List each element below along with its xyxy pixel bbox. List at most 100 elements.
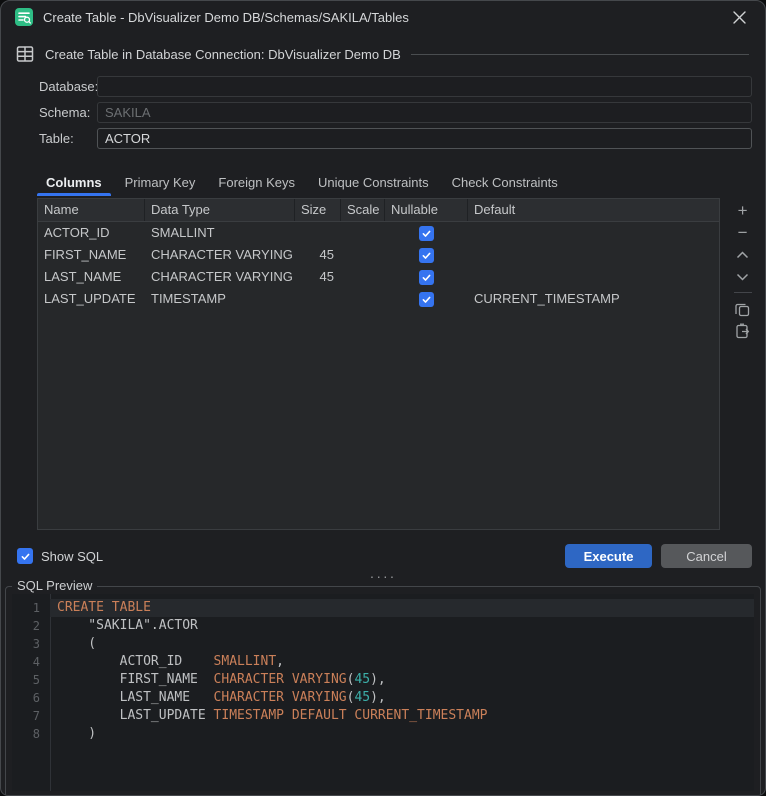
sql-code-text: FIRST_NAME CHARACTER VARYING(45), (50, 671, 754, 689)
cell-scale[interactable] (341, 288, 385, 310)
table-icon (15, 44, 35, 64)
column-header-name[interactable]: Name (38, 199, 145, 221)
create-table-dialog: Create Table - DbVisualizer Demo DB/Sche… (0, 0, 766, 796)
show-sql-checkbox[interactable] (17, 548, 33, 564)
copy-icon (735, 302, 750, 317)
cell-default[interactable] (468, 244, 719, 266)
footer-bar: Show SQL Execute Cancel (17, 544, 752, 568)
line-number: 1 (12, 599, 50, 617)
table-row[interactable]: FIRST_NAME CHARACTER VARYING 45 (38, 244, 719, 266)
sql-code-text: ) (50, 725, 754, 743)
move-up-button[interactable] (731, 244, 755, 266)
cell-name[interactable]: LAST_NAME (38, 266, 145, 288)
database-input (97, 76, 752, 97)
table-name-input[interactable] (97, 128, 752, 149)
tab-columns-label: Columns (46, 175, 102, 190)
nullable-checkbox[interactable] (419, 270, 434, 285)
sql-line: 2 "SAKILA".ACTOR (12, 617, 754, 635)
line-number: 5 (12, 671, 50, 689)
cell-scale[interactable] (341, 244, 385, 266)
sql-line: 6 LAST_NAME CHARACTER VARYING(45), (12, 689, 754, 707)
column-header-nullable[interactable]: Nullable (385, 199, 468, 221)
sql-code-text: CREATE TABLE (50, 599, 754, 617)
schema-input (97, 102, 752, 123)
nullable-checkbox[interactable] (419, 292, 434, 307)
cell-name[interactable]: LAST_UPDATE (38, 288, 145, 310)
column-header-default[interactable]: Default (468, 199, 719, 221)
cancel-button[interactable]: Cancel (661, 544, 752, 568)
nullable-checkbox[interactable] (419, 248, 434, 263)
cell-default[interactable]: CURRENT_TIMESTAMP (468, 288, 719, 310)
sql-preview-legend: SQL Preview (12, 578, 97, 593)
titlebar[interactable]: Create Table - DbVisualizer Demo DB/Sche… (1, 1, 765, 33)
cell-name[interactable]: ACTOR_ID (38, 222, 145, 244)
close-icon[interactable] (727, 5, 751, 29)
schema-field-row: Schema: (1, 99, 765, 125)
line-number: 7 (12, 707, 50, 725)
section-header-label: Create Table in Database Connection: DbV… (45, 47, 401, 62)
cell-scale[interactable] (341, 222, 385, 244)
columns-grid-area: Name Data Type Size Scale Nullable Defau… (1, 198, 765, 530)
nullable-checkbox[interactable] (419, 226, 434, 241)
cell-name[interactable]: FIRST_NAME (38, 244, 145, 266)
cell-size[interactable] (295, 222, 341, 244)
paste-row-button[interactable] (731, 320, 755, 342)
sql-line: 8 ) (12, 725, 754, 743)
sql-editor[interactable]: 1CREATE TABLE2 "SAKILA".ACTOR3 (4 ACTOR_… (12, 594, 754, 791)
tab-foreign-keys[interactable]: Foreign Keys (209, 168, 304, 196)
cell-data-type[interactable]: CHARACTER VARYING (145, 244, 295, 266)
window-title: Create Table - DbVisualizer Demo DB/Sche… (43, 10, 409, 25)
remove-row-button[interactable]: − (731, 222, 755, 244)
cell-nullable[interactable] (385, 222, 468, 244)
chevron-up-icon (736, 251, 749, 259)
sql-code-lines: 1CREATE TABLE2 "SAKILA".ACTOR3 (4 ACTOR_… (12, 594, 754, 743)
tab-primary-key[interactable]: Primary Key (116, 168, 205, 196)
sql-code-text: ( (50, 635, 754, 653)
cell-nullable[interactable] (385, 288, 468, 310)
toolbar-divider (734, 292, 752, 293)
cell-nullable[interactable] (385, 266, 468, 288)
splitter-handle[interactable]: ···· (1, 568, 765, 584)
cell-data-type[interactable]: SMALLINT (145, 222, 295, 244)
sql-line: 3 ( (12, 635, 754, 653)
execute-button[interactable]: Execute (565, 544, 652, 568)
splitter-dots: ···· (370, 572, 397, 580)
cell-data-type[interactable]: TIMESTAMP (145, 288, 295, 310)
cell-size[interactable]: 45 (295, 266, 341, 288)
tab-check-constraints[interactable]: Check Constraints (443, 168, 567, 196)
grid-header: Name Data Type Size Scale Nullable Defau… (38, 199, 719, 222)
schema-label: Schema: (39, 105, 97, 120)
show-sql-option[interactable]: Show SQL (17, 548, 103, 564)
cell-size[interactable]: 45 (295, 244, 341, 266)
tab-unique-constraints[interactable]: Unique Constraints (309, 168, 438, 196)
tab-check-constraints-label: Check Constraints (452, 175, 558, 190)
cell-size[interactable] (295, 288, 341, 310)
table-row[interactable]: ACTOR_ID SMALLINT (38, 222, 719, 244)
copy-row-button[interactable] (731, 298, 755, 320)
table-row[interactable]: LAST_UPDATE TIMESTAMP CURRENT_TIMESTAMP (38, 288, 719, 310)
columns-grid[interactable]: Name Data Type Size Scale Nullable Defau… (37, 198, 720, 530)
header-rule (411, 54, 749, 55)
tab-columns[interactable]: Columns (37, 168, 111, 196)
cell-default[interactable] (468, 266, 719, 288)
column-header-size[interactable]: Size (295, 199, 341, 221)
sql-preview-panel: SQL Preview 1CREATE TABLE2 "SAKILA".ACTO… (5, 586, 761, 796)
sql-line: 7 LAST_UPDATE TIMESTAMP DEFAULT CURRENT_… (12, 707, 754, 725)
cell-nullable[interactable] (385, 244, 468, 266)
database-field-row: Database: (1, 73, 765, 99)
column-header-scale[interactable]: Scale (341, 199, 385, 221)
sql-code-text: LAST_UPDATE TIMESTAMP DEFAULT CURRENT_TI… (50, 707, 754, 725)
dbvisualizer-logo-icon (15, 8, 33, 26)
table-row[interactable]: LAST_NAME CHARACTER VARYING 45 (38, 266, 719, 288)
row-toolbar: + − (720, 198, 765, 530)
column-header-data-type[interactable]: Data Type (145, 199, 295, 221)
table-field-row: Table: (1, 125, 765, 151)
section-header: Create Table in Database Connection: DbV… (15, 43, 749, 65)
cell-default[interactable] (468, 222, 719, 244)
move-down-button[interactable] (731, 266, 755, 288)
cell-scale[interactable] (341, 266, 385, 288)
tab-primary-key-label: Primary Key (125, 175, 196, 190)
line-number: 6 (12, 689, 50, 707)
add-row-button[interactable]: + (731, 200, 755, 222)
cell-data-type[interactable]: CHARACTER VARYING (145, 266, 295, 288)
